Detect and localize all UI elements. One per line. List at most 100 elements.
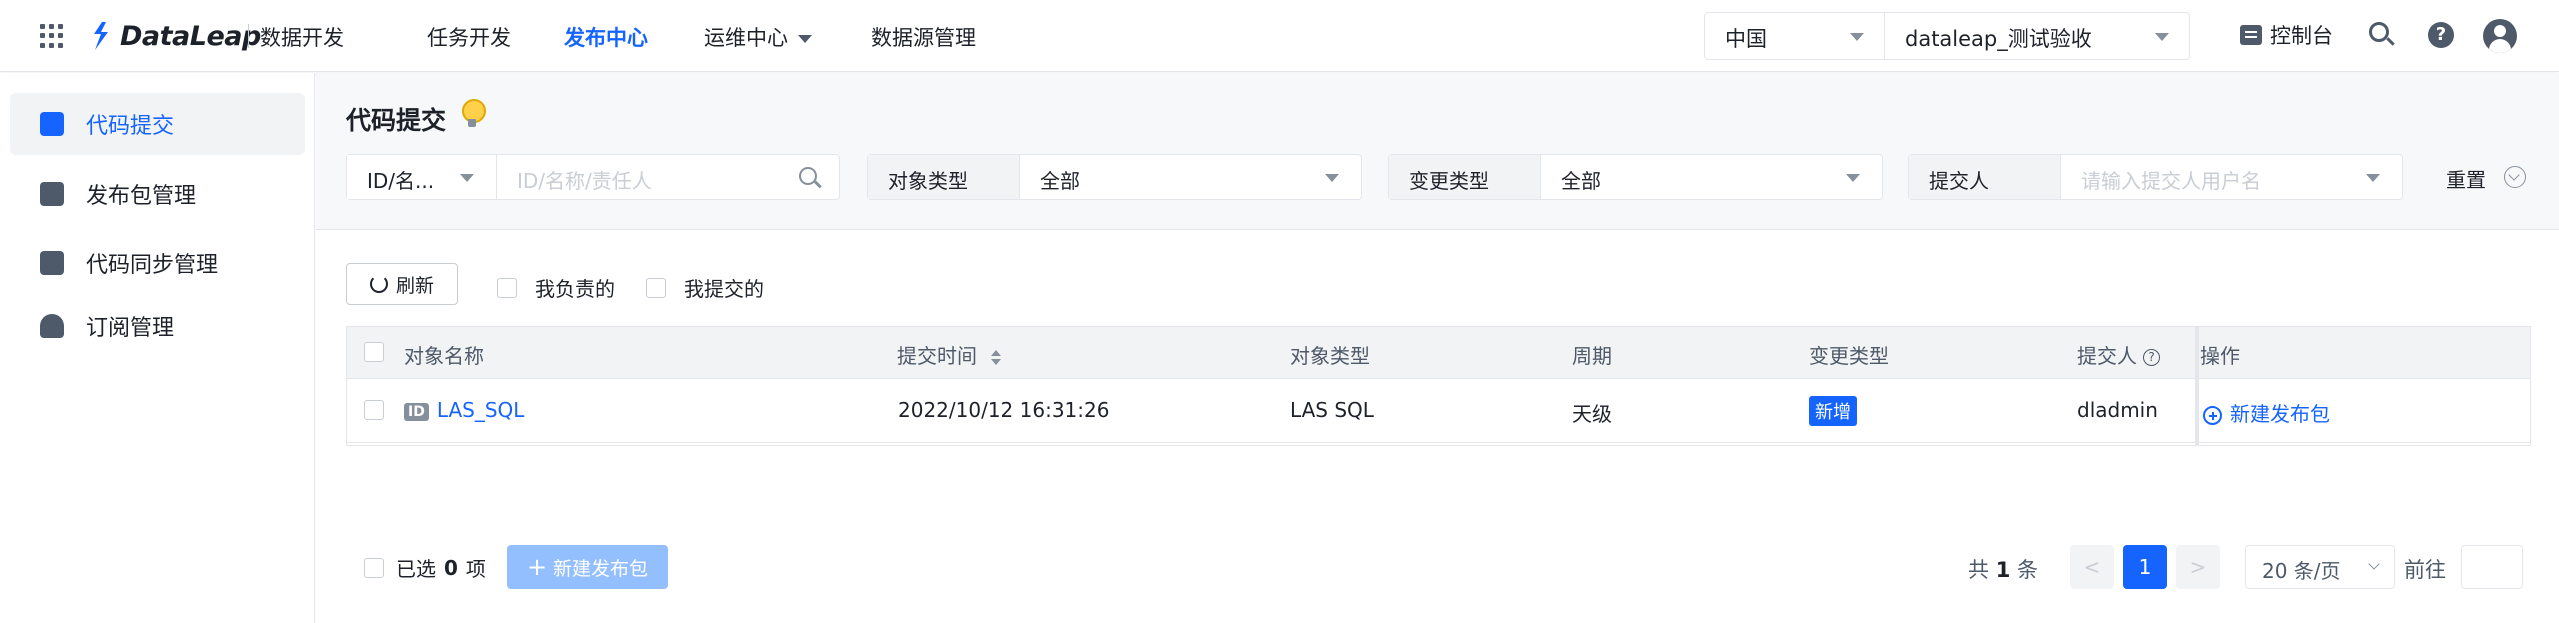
region-value: 中国 [1725,27,1767,51]
question-icon[interactable]: ? [2143,349,2160,366]
submitter-cell: dladmin [2077,398,2158,422]
console-icon [2240,25,2262,45]
submitted-filter-checkbox[interactable]: 我提交的 [646,273,764,302]
submitted-label: 我提交的 [684,277,764,301]
search-icon[interactable] [2369,22,2389,42]
change-type-cell: 新增 [1809,396,1857,426]
object-type-cell: LAS SQL [1290,398,1374,422]
filter-header: 代码提交 ID/名... ID/名称/责任人 对象类型 全部 变更类型 全部 提… [316,73,2559,230]
submit-time-cell: 2022/10/12 16:31:26 [898,398,1110,422]
console-label: 控制台 [2270,24,2333,48]
chevron-down-icon [1850,33,1864,41]
sidebar-item-code-submit[interactable]: 代码提交 [10,93,305,155]
main-content: 代码提交 ID/名... ID/名称/责任人 对象类型 全部 变更类型 全部 提… [316,73,2559,623]
total-prefix: 共 [1968,558,1989,582]
nav-datasource-mgmt[interactable]: 数据源管理 [871,22,976,52]
id-type-select[interactable]: ID/名... [347,155,497,199]
column-header: 周期 [1572,344,1612,368]
user-avatar-icon[interactable] [2483,19,2517,53]
change-type-filter: 变更类型 全部 [1388,154,1883,200]
refresh-button[interactable]: 刷新 [346,263,458,305]
region-project-selector: 中国 dataleap_测试验收 [1704,12,2190,60]
terminal-icon [40,112,64,136]
logo-divider [248,24,249,48]
selection-summary: 已选 0 项 [364,553,486,582]
apps-grid-icon[interactable] [40,24,64,48]
goto-page-input[interactable] [2461,545,2523,589]
sort-icon[interactable] [991,349,1001,366]
new-package-button[interactable]: + 新建发布包 [507,545,668,589]
next-page-button[interactable]: > [2176,545,2220,589]
column-header: 对象名称 [404,344,484,368]
search-placeholder: ID/名称/责任人 [517,169,652,193]
submitter-label: 提交人 [1909,155,2061,199]
object-name-link[interactable]: LAS_SQL [437,398,525,422]
refresh-label: 刷新 [395,274,434,297]
bell-icon [40,314,64,338]
footer-select-all-checkbox[interactable] [364,557,384,578]
sidebar-item-label: 订阅管理 [86,316,175,341]
search-input[interactable]: ID/名称/责任人 [497,155,839,199]
region-select[interactable]: 中国 [1705,13,1885,59]
object-type-select[interactable]: 全部 [1020,155,1361,199]
code-sync-icon [40,251,64,275]
brand-logo[interactable]: DataLeap [88,16,261,56]
dataleap-logo-icon [94,22,108,50]
object-type-value: 全部 [1040,169,1080,193]
change-type-value: 全部 [1561,169,1601,193]
reset-button[interactable]: 重置 [2446,164,2486,193]
top-navigation-bar: DataLeap 数据开发 任务开发 发布中心 运维中心 数据源管理 中国 da… [0,0,2559,72]
search-filter: ID/名... ID/名称/责任人 [346,154,840,200]
nav-ops-center[interactable]: 运维中心 [704,22,812,52]
new-package-label: 新建发布包 [553,557,649,580]
chevron-down-icon [2366,174,2380,182]
page-size-select[interactable]: 20 条/页 [2245,545,2395,589]
project-select[interactable]: dataleap_测试验收 [1885,13,2189,59]
nav-ops-center-label: 运维中心 [704,26,788,50]
search-icon[interactable] [799,167,817,185]
column-header-sortable[interactable]: 提交时间 [897,340,1001,369]
page-title: 代码提交 [346,106,447,135]
submitter-select[interactable]: 请输入提交人用户名 [2061,155,2402,199]
selected-count: 0 [444,555,458,580]
nav-task-dev[interactable]: 任务开发 [427,22,511,52]
change-type-label: 变更类型 [1389,155,1541,199]
status-badge: 新增 [1809,396,1857,426]
total-suffix: 条 [2017,558,2038,582]
chevron-down-icon [460,174,474,182]
column-header: 对象类型 [1290,344,1370,368]
sidebar: 代码提交 发布包管理 代码同步管理 订阅管理 [0,73,315,623]
select-all-checkbox[interactable] [364,342,384,362]
mine-filter-checkbox[interactable]: 我负责的 [497,273,615,302]
id-type-value: ID/名... [367,169,435,193]
column-header: 变更类型 [1809,344,1889,368]
page-number-button[interactable]: 1 [2123,545,2167,589]
help-icon[interactable]: ? [2428,22,2454,48]
object-name-cell: ID LAS_SQL [404,398,524,422]
submitter-placeholder: 请输入提交人用户名 [2081,169,2261,193]
checkbox[interactable] [646,277,666,298]
row-checkbox[interactable] [364,400,384,420]
period-cell: 天级 [1572,402,1612,426]
console-link[interactable]: 控制台 [2240,20,2333,50]
brand-name: DataLeap [120,20,261,52]
chevron-down-icon [798,35,812,43]
submissions-table: 对象名称 提交时间 对象类型 周期 变更类型 提交人? 操作 ID LAS_SQL… [346,326,2531,446]
chevron-down-icon [2155,33,2169,41]
prev-page-button[interactable]: < [2070,545,2114,589]
sidebar-item-code-sync[interactable]: 代码同步管理 [10,232,305,294]
sidebar-item-package-mgmt[interactable]: 发布包管理 [10,163,305,225]
expand-filters-icon[interactable] [2504,166,2526,188]
total-number: 1 [1995,558,2011,582]
fixed-column-divider [2195,327,2532,445]
checkbox[interactable] [497,277,517,298]
nav-release-center[interactable]: 发布中心 [564,22,648,52]
object-type-filter: 对象类型 全部 [867,154,1362,200]
sidebar-item-subscription[interactable]: 订阅管理 [10,295,305,357]
selected-suffix: 项 [465,557,486,581]
lightbulb-icon[interactable] [461,99,486,129]
product-name: 数据开发 [260,26,344,50]
column-header: 提交人? [2077,340,2160,369]
object-type-label: 对象类型 [868,155,1020,199]
change-type-select[interactable]: 全部 [1541,155,1882,199]
